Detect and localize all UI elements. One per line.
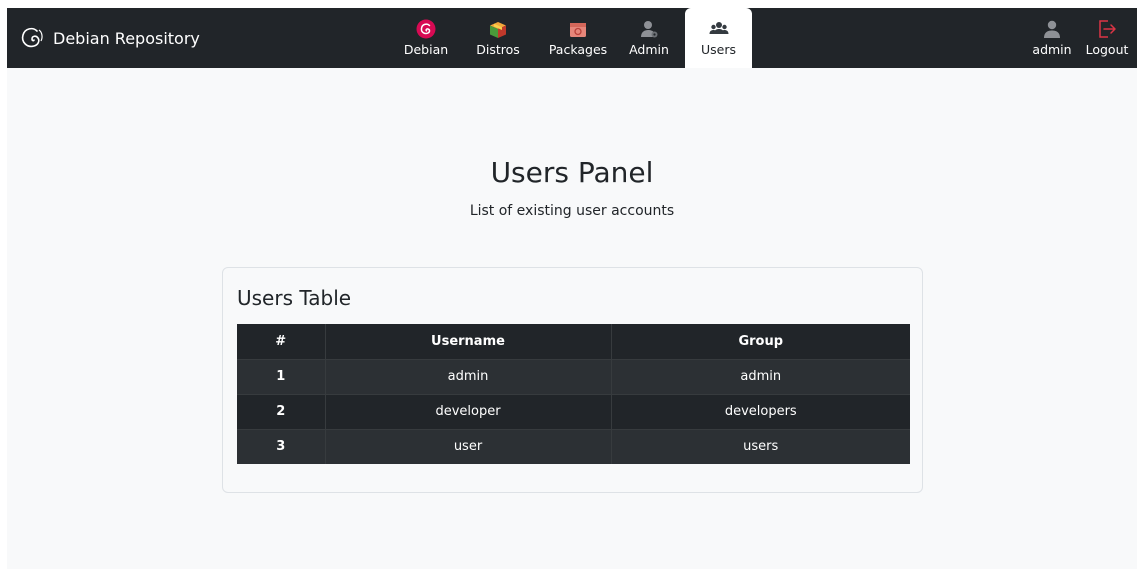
nav-item-users[interactable]: Users xyxy=(685,8,752,68)
row-username: admin xyxy=(324,358,611,394)
page-title: Users Panel xyxy=(490,156,654,189)
row-index: 2 xyxy=(237,393,325,429)
card-title: Users Table xyxy=(237,286,352,310)
nav-item-label: Distros xyxy=(476,42,520,57)
brand-title: Debian Repository xyxy=(53,28,200,48)
current-user-label: admin xyxy=(1032,42,1072,57)
nav-item-packages[interactable]: Packages xyxy=(544,8,612,68)
row-username: user xyxy=(324,428,611,464)
logout-label: Logout xyxy=(1085,42,1129,57)
debian-swirl-icon xyxy=(416,19,436,39)
column-header-group: Group xyxy=(610,324,910,360)
row-group: users xyxy=(610,428,910,464)
user-menu[interactable]: admin xyxy=(1031,8,1073,68)
table-row: 1 admin admin xyxy=(237,358,910,394)
package-icon xyxy=(570,23,586,37)
table-row: 2 developer developers xyxy=(237,393,910,429)
row-index: 3 xyxy=(237,428,325,464)
top-navbar: Debian Repository Debian Distros Package… xyxy=(7,8,1137,68)
page-subtitle: List of existing user accounts xyxy=(469,203,675,219)
user-icon xyxy=(1044,20,1060,38)
page: Debian Repository Debian Distros Package… xyxy=(7,8,1137,569)
column-header-index: # xyxy=(237,324,325,360)
admin-user-icon xyxy=(641,21,658,38)
nav-item-label: Admin xyxy=(629,42,669,57)
row-group: admin xyxy=(610,358,910,394)
nav-item-label: Users xyxy=(700,42,736,57)
table-header-row: # Username Group xyxy=(237,324,910,360)
nav-item-label: Packages xyxy=(548,42,608,57)
users-card: Users Table # Username Group 1 admin adm… xyxy=(222,267,923,493)
column-header-username: Username xyxy=(324,324,611,360)
row-username: developer xyxy=(324,393,611,429)
nav-item-distros[interactable]: Distros xyxy=(469,8,527,68)
box-icon xyxy=(490,22,506,38)
debian-logo-icon xyxy=(21,27,43,48)
users-group-icon xyxy=(709,22,728,34)
table-row: 3 user users xyxy=(237,428,910,464)
nav-item-admin[interactable]: Admin xyxy=(624,8,674,68)
brand-link[interactable]: Debian Repository xyxy=(19,8,200,68)
row-group: developers xyxy=(610,393,910,429)
users-table: # Username Group 1 admin admin 2 develop… xyxy=(237,324,910,464)
nav-item-label: Debian xyxy=(403,42,449,57)
nav-item-debian[interactable]: Debian xyxy=(400,8,452,68)
row-index: 1 xyxy=(237,358,325,394)
logout-icon xyxy=(1099,20,1116,38)
logout-button[interactable]: Logout xyxy=(1083,8,1131,68)
